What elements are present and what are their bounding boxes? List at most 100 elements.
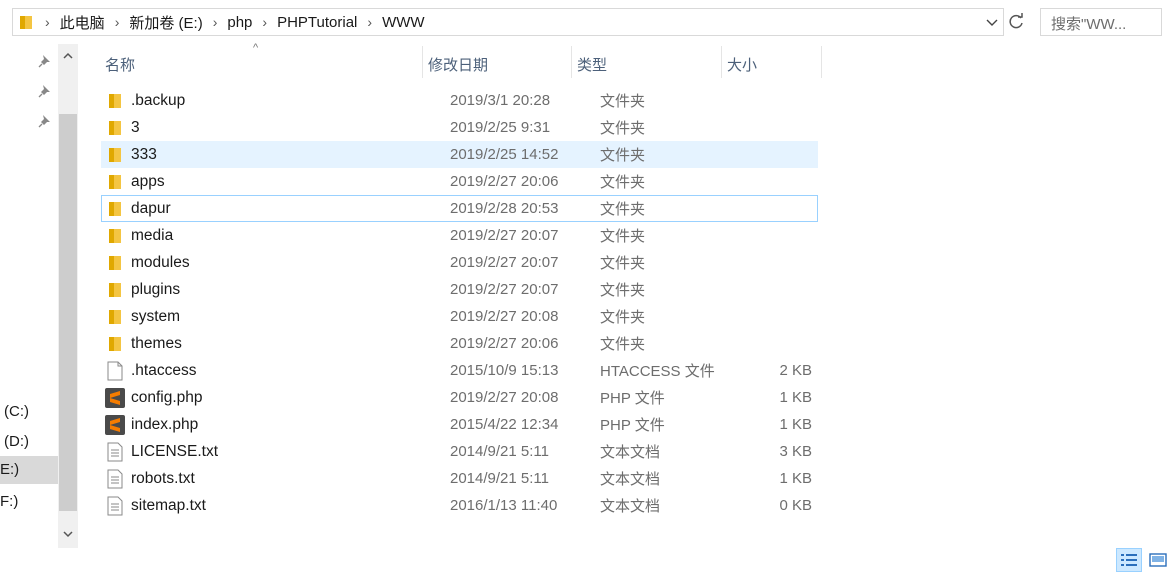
chevron-right-icon[interactable]: › — [262, 14, 267, 30]
file-name[interactable]: sitemap.txt — [131, 497, 450, 515]
file-size: 1 KB — [779, 470, 812, 487]
file-name[interactable]: 3 — [131, 119, 450, 137]
file-date: 2019/3/1 20:28 — [450, 92, 551, 109]
file-date: 2015/10/9 15:13 — [450, 362, 559, 379]
file-name[interactable]: dapur — [131, 200, 450, 218]
file-type: 文件夹 — [600, 174, 646, 191]
file-name[interactable]: modules — [131, 254, 450, 272]
file-date: 2019/2/27 20:06 — [450, 173, 559, 190]
file-list: .backup 2019/3/1 20:28 文件夹 3 2019/2/25 9:31 文… — [101, 87, 818, 519]
breadcrumb-this-pc[interactable]: 此电脑 — [60, 12, 105, 33]
nav-item-drive-e[interactable]: E:) — [0, 456, 58, 484]
file-name[interactable]: system — [131, 308, 450, 326]
nav-scrollbar[interactable] — [58, 44, 78, 548]
breadcrumb-www[interactable]: WWW — [382, 14, 424, 31]
folder-icon — [105, 171, 125, 193]
details-view-icon — [1121, 554, 1137, 566]
file-row[interactable]: robots.txt 2014/9/21 5:11 文本文档 1 KB — [101, 465, 818, 492]
file-row[interactable]: 333 2019/2/25 14:52 文件夹 — [101, 141, 818, 168]
file-name[interactable]: media — [131, 227, 450, 245]
folder-icon — [105, 252, 125, 274]
sublime-php-icon — [105, 414, 125, 436]
file-name[interactable]: plugins — [131, 281, 450, 299]
refresh-icon[interactable] — [1006, 12, 1026, 32]
folder-icon — [105, 117, 125, 139]
file-row[interactable]: .htaccess 2015/10/9 15:13 HTACCESS 文件 2 KB — [101, 357, 818, 384]
large-icons-view-button[interactable] — [1145, 548, 1171, 572]
folder-icon — [105, 333, 125, 355]
file-type: 文件夹 — [600, 228, 646, 245]
chevron-right-icon[interactable]: › — [367, 14, 372, 30]
chevron-right-icon[interactable]: › — [115, 14, 120, 30]
nav-item-drive-d[interactable]: (D:) — [0, 428, 58, 456]
nav-item-drive-c[interactable]: (C:) — [0, 398, 58, 426]
nav-item-drive-f[interactable]: F:) — [0, 488, 58, 516]
file-name[interactable]: .backup — [131, 92, 450, 110]
scroll-up-icon[interactable] — [62, 50, 74, 62]
file-row[interactable]: system 2019/2/27 20:08 文件夹 — [101, 303, 818, 330]
file-row[interactable]: .backup 2019/3/1 20:28 文件夹 — [101, 87, 818, 114]
file-date: 2019/2/27 20:07 — [450, 281, 559, 298]
file-row[interactable]: themes 2019/2/27 20:06 文件夹 — [101, 330, 818, 357]
file-row[interactable]: 3 2019/2/25 9:31 文件夹 — [101, 114, 818, 141]
file-row[interactable]: apps 2019/2/27 20:06 文件夹 — [101, 168, 818, 195]
file-row[interactable]: index.php 2015/4/22 12:34 PHP 文件 1 KB — [101, 411, 818, 438]
file-type: PHP 文件 — [600, 390, 665, 407]
file-date: 2019/2/27 20:07 — [450, 254, 559, 271]
file-name[interactable]: apps — [131, 173, 450, 191]
folder-icon — [105, 306, 125, 328]
file-date: 2019/2/25 14:52 — [450, 146, 559, 163]
column-name[interactable]: 名称 — [100, 46, 423, 78]
file-date: 2014/9/21 5:11 — [450, 470, 549, 487]
file-name[interactable]: .htaccess — [131, 362, 450, 380]
column-size[interactable]: 大小 — [722, 46, 822, 78]
file-type: 文件夹 — [600, 255, 646, 272]
file-type: 文件夹 — [600, 336, 646, 353]
breadcrumb-volume-e[interactable]: 新加卷 (E:) — [129, 12, 202, 33]
breadcrumb-php[interactable]: php — [227, 14, 252, 31]
text-file-icon — [105, 495, 125, 517]
pin-icon[interactable] — [38, 84, 52, 98]
chevron-right-icon[interactable]: › — [45, 14, 50, 30]
scroll-thumb[interactable] — [59, 114, 77, 511]
file-row[interactable]: modules 2019/2/27 20:07 文件夹 — [101, 249, 818, 276]
text-file-icon — [105, 468, 125, 490]
file-name[interactable]: robots.txt — [131, 470, 450, 488]
file-row[interactable]: config.php 2019/2/27 20:08 PHP 文件 1 KB — [101, 384, 818, 411]
file-size: 2 KB — [779, 362, 812, 379]
scroll-down-icon[interactable] — [62, 528, 74, 540]
file-row[interactable]: sitemap.txt 2016/1/13 11:40 文本文档 0 KB — [101, 492, 818, 519]
sublime-php-icon — [105, 387, 125, 409]
column-date-modified[interactable]: 修改日期 — [423, 46, 572, 78]
file-date: 2015/4/22 12:34 — [450, 416, 559, 433]
folder-icon — [105, 279, 125, 301]
folder-icon — [105, 90, 125, 112]
file-type: 文本文档 — [600, 498, 661, 515]
details-view-button[interactable] — [1116, 548, 1142, 572]
file-row[interactable]: media 2019/2/27 20:07 文件夹 — [101, 222, 818, 249]
file-name[interactable]: LICENSE.txt — [131, 443, 450, 461]
pin-icon[interactable] — [38, 54, 52, 68]
file-name[interactable]: 333 — [131, 146, 450, 164]
text-file-icon — [105, 441, 125, 463]
folder-icon — [105, 198, 125, 220]
file-row[interactable]: plugins 2019/2/27 20:07 文件夹 — [101, 276, 818, 303]
navigation-pane: (C:) (D:) E:) F:) — [0, 44, 78, 548]
pin-icon[interactable] — [38, 114, 52, 128]
file-name[interactable]: index.php — [131, 416, 450, 434]
file-type: 文件夹 — [600, 309, 646, 326]
address-box[interactable]: › 此电脑 › 新加卷 (E:) › php › PHPTutorial › W… — [12, 8, 1004, 36]
file-name[interactable]: themes — [131, 335, 450, 353]
file-date: 2014/9/21 5:11 — [450, 443, 549, 460]
file-row[interactable]: LICENSE.txt 2014/9/21 5:11 文本文档 3 KB — [101, 438, 818, 465]
file-date: 2019/2/28 20:53 — [450, 200, 559, 217]
file-row[interactable]: dapur 2019/2/28 20:53 文件夹 — [101, 195, 818, 222]
breadcrumb-phptutorial[interactable]: PHPTutorial — [277, 14, 357, 31]
column-type[interactable]: 类型 — [572, 46, 722, 78]
search-input[interactable]: 搜索"WW... — [1040, 8, 1162, 36]
file-name[interactable]: config.php — [131, 389, 450, 407]
chevron-down-icon[interactable] — [983, 13, 1001, 31]
file-type: 文件夹 — [600, 93, 646, 110]
column-header: 名称 修改日期 类型 大小 — [100, 46, 822, 78]
chevron-right-icon[interactable]: › — [213, 14, 218, 30]
